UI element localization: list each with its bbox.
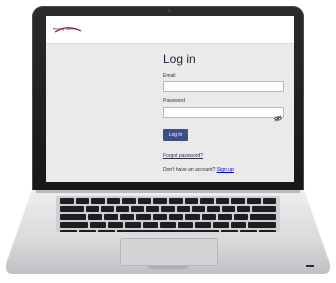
app-header: twenty tables	[46, 16, 294, 44]
brand-logo-icon[interactable]: twenty tables	[53, 24, 83, 36]
signup-prompt: Don't have an account? Sign up	[163, 167, 234, 173]
trackpad	[120, 238, 218, 266]
laptop-hinge	[36, 190, 300, 193]
keyboard-row	[56, 198, 280, 204]
keyboard-row	[56, 206, 280, 212]
laptop-screen: twenty tables Log in Email Password Log …	[46, 16, 294, 182]
signup-link[interactable]: Sign up	[217, 167, 234, 173]
eye-icon[interactable]	[274, 109, 282, 122]
keyboard	[56, 196, 280, 232]
webcam	[168, 9, 171, 12]
keyboard-row	[56, 214, 280, 220]
base-notch	[148, 266, 188, 269]
forgot-password-link[interactable]: Forgot password?	[163, 153, 203, 159]
page-title: Log in	[163, 52, 196, 66]
email-field[interactable]	[163, 81, 284, 92]
keyboard-row	[56, 230, 280, 232]
password-label: Password	[163, 98, 185, 104]
email-label: Email	[163, 73, 176, 79]
login-form: Log in Email Password Log in Forgot pass…	[154, 43, 294, 182]
brand-logo-text: twenty tables	[53, 26, 77, 31]
eye-icon-graphic	[274, 115, 282, 122]
laptop-mockup: twenty tables Log in Email Password Log …	[0, 0, 336, 283]
keyboard-row	[56, 222, 280, 228]
login-button[interactable]: Log in	[163, 129, 188, 141]
no-account-text: Don't have an account?	[163, 167, 216, 173]
password-field[interactable]	[163, 107, 284, 118]
status-led	[306, 265, 314, 267]
